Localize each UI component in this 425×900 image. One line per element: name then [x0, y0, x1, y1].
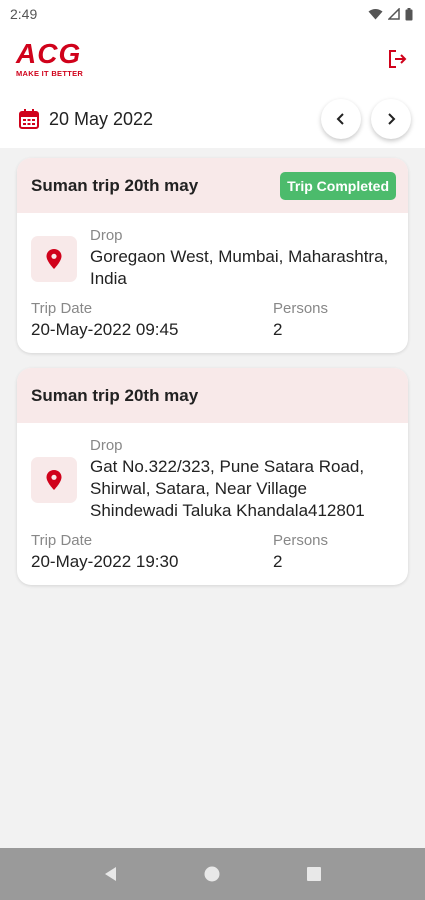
- persons-block: Persons 2: [273, 300, 328, 340]
- location-pin-box: [31, 235, 77, 282]
- trip-card[interactable]: Suman trip 20th may Trip Completed Drop …: [17, 158, 408, 353]
- drop-info: Drop Goregaon West, Mumbai, Maharashtra,…: [90, 227, 394, 290]
- persons-value: 2: [273, 320, 283, 339]
- chevron-left-icon: [336, 113, 344, 125]
- battery-icon: [405, 7, 413, 20]
- trip-card-header: Suman trip 20th may: [17, 368, 408, 423]
- logout-button[interactable]: [383, 45, 411, 73]
- drop-row: Drop Goregaon West, Mumbai, Maharashtra,…: [31, 227, 394, 290]
- trip-title: Suman trip 20th may: [31, 385, 199, 405]
- trip-meta: Trip Date 20-May-2022 19:30 Persons 2: [31, 532, 394, 572]
- drop-label: Drop: [90, 437, 123, 454]
- trip-date-label: Trip Date: [31, 532, 93, 549]
- trip-date-value: 20-May-2022 09:45: [31, 320, 179, 339]
- logo-tagline: MAKE IT BETTER: [16, 69, 84, 79]
- trip-card-body: Drop Goregaon West, Mumbai, Maharashtra,…: [17, 213, 408, 353]
- next-date-button[interactable]: [371, 99, 411, 139]
- recents-icon[interactable]: [305, 865, 323, 883]
- logo-mark: ACG: [16, 38, 82, 70]
- status-badge: Trip Completed: [280, 171, 396, 200]
- drop-address: Goregaon West, Mumbai, Maharashtra, Indi…: [90, 247, 389, 288]
- drop-info: Drop Gat No.322/323, Pune Satara Road, S…: [90, 437, 394, 522]
- trip-date-label: Trip Date: [31, 300, 93, 317]
- drop-label: Drop: [90, 227, 123, 244]
- drop-row: Drop Gat No.322/323, Pune Satara Road, S…: [31, 437, 394, 522]
- status-icons: [368, 7, 413, 21]
- persons-label: Persons: [273, 532, 329, 549]
- trip-date-block: Trip Date 20-May-2022 09:45: [31, 300, 273, 340]
- wifi-icon: [368, 9, 383, 20]
- persons-block: Persons 2: [273, 532, 328, 572]
- acg-logo: ACG MAKE IT BETTER: [16, 40, 83, 78]
- status-time: 2:49: [10, 6, 38, 22]
- trip-card-body: Drop Gat No.322/323, Pune Satara Road, S…: [17, 423, 408, 585]
- drop-address: Gat No.322/323, Pune Satara Road, Shirwa…: [90, 457, 365, 520]
- calendar-icon: [19, 109, 39, 129]
- trip-meta: Trip Date 20-May-2022 09:45 Persons 2: [31, 300, 394, 340]
- trip-card-header: Suman trip 20th may Trip Completed: [17, 158, 408, 213]
- app-header: ACG MAKE IT BETTER: [0, 28, 425, 90]
- selected-date: 20 May 2022: [49, 108, 154, 129]
- logout-icon: [389, 50, 407, 68]
- date-selector-bar: 20 May 2022: [0, 90, 425, 148]
- status-bar: 2:49: [0, 0, 425, 28]
- home-icon[interactable]: [203, 865, 221, 883]
- signal-icon: [388, 8, 400, 20]
- location-pin-box: [31, 456, 77, 503]
- back-icon[interactable]: [102, 865, 120, 883]
- previous-date-button[interactable]: [321, 99, 361, 139]
- location-pin-icon: [46, 248, 62, 269]
- trip-title: Suman trip 20th may: [31, 175, 199, 195]
- persons-value: 2: [273, 552, 283, 571]
- trip-card[interactable]: Suman trip 20th may Drop Gat No.322/323,…: [17, 368, 408, 585]
- trip-list: Suman trip 20th may Trip Completed Drop …: [0, 148, 425, 585]
- persons-label: Persons: [273, 300, 329, 317]
- date-nav: [321, 99, 411, 139]
- trip-date-value: 20-May-2022 19:30: [31, 552, 179, 571]
- chevron-right-icon: [388, 113, 396, 125]
- location-pin-icon: [46, 469, 62, 490]
- date-display[interactable]: 20 May 2022: [18, 108, 153, 130]
- system-nav-bar: [0, 848, 425, 900]
- trip-date-block: Trip Date 20-May-2022 19:30: [31, 532, 273, 572]
